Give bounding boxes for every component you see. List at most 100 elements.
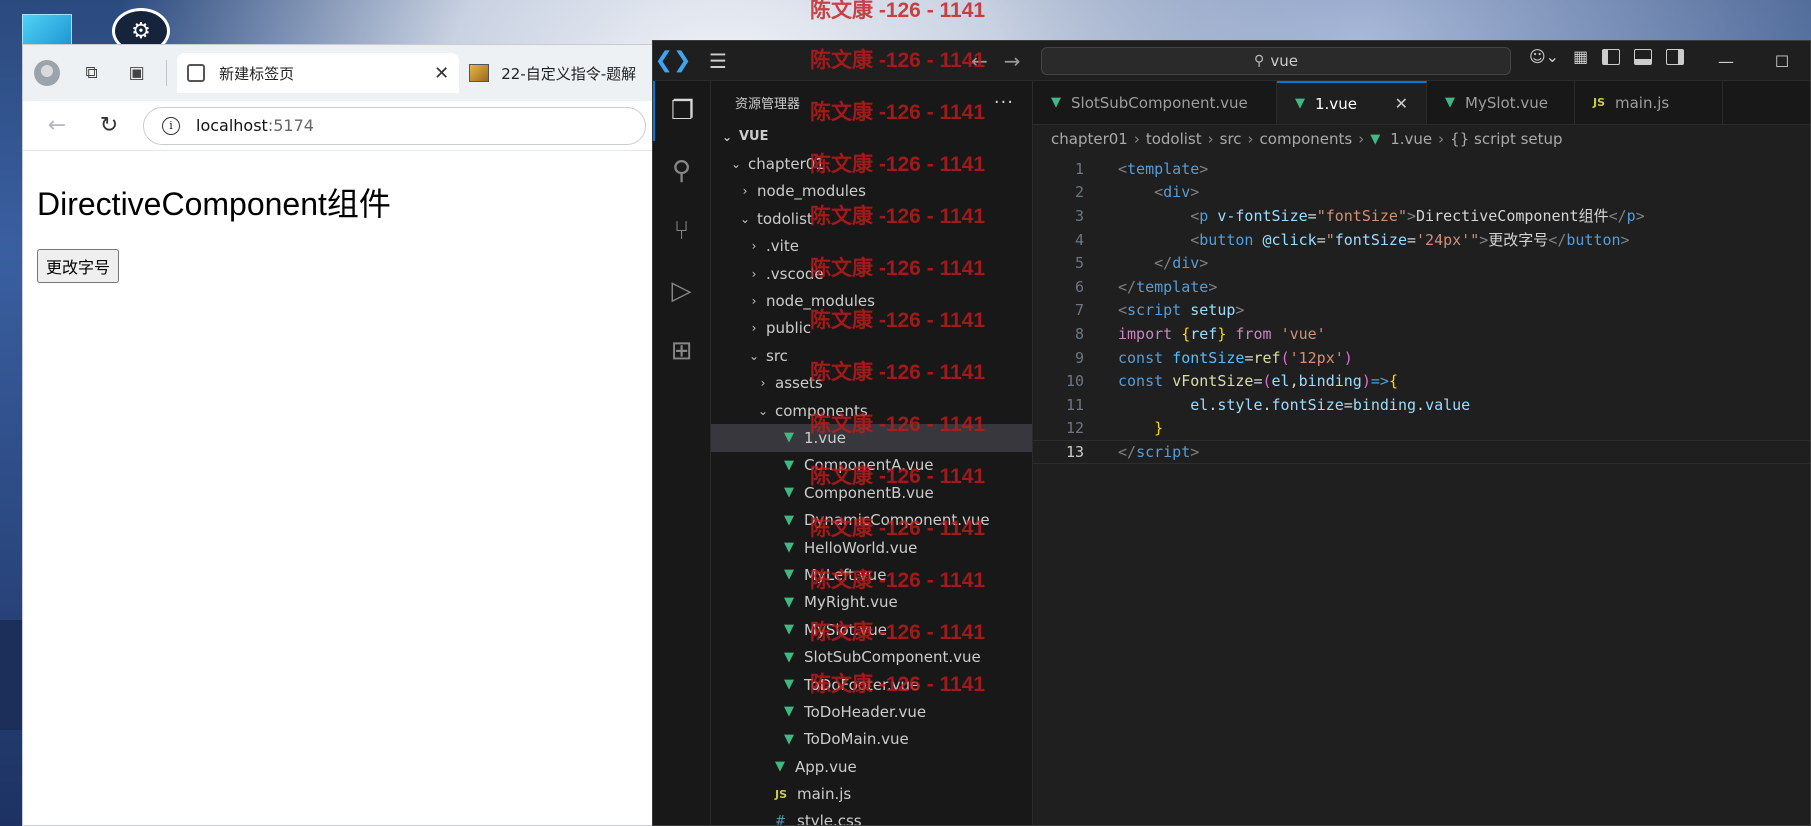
- tree-item-label: node_modules: [766, 292, 875, 311]
- code-line: 1 <template>: [1033, 157, 1810, 181]
- tree-item[interactable]: ▼ MyRight.vue: [711, 589, 1032, 616]
- avatar: [33, 60, 60, 86]
- editor-tab[interactable]: ▼ 1.vue ✕: [1277, 81, 1427, 124]
- url-port: :5174: [267, 116, 314, 135]
- toggle-secondary-sidebar-icon[interactable]: [1666, 48, 1685, 65]
- line-content: </div>: [1154, 254, 1209, 273]
- code-editor[interactable]: 1 <template> 2 <div> 3 <p v-fontSize="fontS…: [1033, 153, 1810, 464]
- vue-file-icon: ▼: [1445, 95, 1455, 110]
- tree-item-label: MyRight.vue: [804, 593, 898, 612]
- chevron-right-icon: ›: [751, 294, 757, 309]
- breadcrumb-item[interactable]: components: [1260, 130, 1353, 148]
- tree-item[interactable]: ▼ ToDoMain.vue: [711, 726, 1032, 753]
- breadcrumb-item[interactable]: chapter01: [1051, 130, 1128, 148]
- tree-item[interactable]: ⌄ components: [711, 397, 1032, 424]
- line-content: const vFontSize=(el,binding)=>{: [1118, 372, 1398, 391]
- tree-item[interactable]: ▼ DynamicComponent.vue: [711, 506, 1032, 533]
- chevron-right-icon: ›: [760, 376, 766, 391]
- breadcrumb-item[interactable]: src: [1220, 130, 1242, 148]
- tree-item[interactable]: › assets: [711, 370, 1032, 397]
- code-line: 6 </template>: [1033, 275, 1810, 299]
- close-icon[interactable]: ✕: [434, 63, 449, 84]
- menu-icon[interactable]: ☰: [701, 49, 735, 73]
- tree-item[interactable]: ⌄ VUE: [711, 123, 1032, 150]
- info-icon[interactable]: i: [162, 116, 180, 135]
- chevron-right-icon: ›: [751, 321, 757, 336]
- tree-item[interactable]: ⌄ chapter01: [711, 150, 1032, 177]
- toggle-panel-icon[interactable]: [1634, 48, 1653, 65]
- css-file-icon: #: [775, 813, 786, 825]
- code-line: 5 </div>: [1033, 251, 1810, 275]
- tree-item[interactable]: ▼ ToDoFooter.vue: [711, 671, 1032, 698]
- back-icon[interactable]: ←: [39, 108, 75, 144]
- run-debug-icon[interactable]: ▷: [653, 261, 710, 321]
- explorer-header: 资源管理器 ···: [711, 81, 1032, 123]
- source-control-icon[interactable]: ⑂: [653, 201, 710, 261]
- tab-actions-icon[interactable]: ▣: [121, 57, 152, 89]
- code-line: 9 const fontSize=ref('12px'): [1033, 346, 1810, 370]
- tree-item[interactable]: ▼ MySlot.vue: [711, 616, 1032, 643]
- editor-tab[interactable]: ▼ MySlot.vue: [1427, 81, 1575, 124]
- tree-item-label: VUE: [739, 129, 769, 145]
- tree-item[interactable]: ▼ SlotSubComponent.vue: [711, 643, 1032, 670]
- explorer-icon[interactable]: ❐: [653, 81, 710, 141]
- breadcrumb-item[interactable]: 1.vue: [1390, 130, 1432, 148]
- tree-item[interactable]: ▼ HelloWorld.vue: [711, 534, 1032, 561]
- tree-item[interactable]: ⌄ todolist: [711, 205, 1032, 232]
- vscode-window: ❮❯ ☰ ←→ ⚲ vue ☺⌄ ▦ — ☐ ❐ ⚲ ⑂ ▷ ⊞ 资源管理器 ··…: [652, 40, 1811, 826]
- collections-icon[interactable]: ⧉: [76, 57, 107, 89]
- tree-item[interactable]: ▼ ToDoHeader.vue: [711, 698, 1032, 725]
- tree-item-label: components: [775, 401, 868, 420]
- tree-item[interactable]: ⌄ src: [711, 342, 1032, 369]
- more-actions-icon[interactable]: ···: [994, 92, 1014, 113]
- toggle-sidebar-icon[interactable]: [1602, 48, 1621, 65]
- layout-customize-icon[interactable]: ▦: [1573, 47, 1588, 66]
- nav-arrows-icon[interactable]: ←→: [971, 49, 1037, 73]
- favicon-icon: [469, 64, 490, 82]
- browser-tab-label: 新建标签页: [219, 64, 295, 83]
- chevron-right-icon: ›: [751, 239, 757, 254]
- tree-item[interactable]: ▼ App.vue: [711, 753, 1032, 780]
- breadcrumb-item[interactable]: {} script setup: [1450, 130, 1562, 148]
- tree-item[interactable]: ▼ ComponentA.vue: [711, 452, 1032, 479]
- tree-item-label: ToDoMain.vue: [804, 730, 909, 749]
- maximize-icon[interactable]: ☐: [1754, 41, 1810, 81]
- chevron-right-icon: ›: [751, 266, 757, 281]
- line-content: <button @click="fontSize='24px'">更改字号</b…: [1190, 231, 1630, 250]
- browser-tab-bar: ⧉ ▣ 新建标签页 ✕ 22-自定义指令-题解: [23, 45, 662, 101]
- vue-file-icon: ▼: [784, 540, 794, 556]
- browser-tab-new[interactable]: 新建标签页 ✕: [177, 53, 460, 93]
- chevron-right-icon: ›: [1207, 130, 1214, 148]
- tree-item[interactable]: ▼ ComponentB.vue: [711, 479, 1032, 506]
- search-icon[interactable]: ⚲: [653, 141, 710, 201]
- tree-item[interactable]: ▼ MyLeft.vue: [711, 561, 1032, 588]
- tree-item[interactable]: ▼ 1.vue: [711, 424, 1032, 452]
- tree-item[interactable]: › node_modules: [711, 287, 1032, 314]
- copilot-icon[interactable]: ☺⌄: [1529, 47, 1559, 66]
- tree-item[interactable]: JS main.js: [711, 780, 1032, 807]
- line-number: 11: [1065, 395, 1084, 414]
- breadcrumb-item[interactable]: todolist: [1146, 130, 1202, 148]
- profile-button[interactable]: [31, 57, 62, 89]
- extensions-icon[interactable]: ⊞: [653, 321, 710, 381]
- command-center-search[interactable]: ⚲ vue: [1041, 47, 1511, 75]
- vue-file-icon: ▼: [784, 567, 794, 583]
- address-bar[interactable]: i localhost:5174: [143, 106, 646, 145]
- js-file-icon: JS: [775, 787, 788, 801]
- tree-item[interactable]: › .vscode: [711, 260, 1032, 287]
- refresh-icon[interactable]: ↻: [91, 108, 127, 144]
- editor-tab[interactable]: JS main.js: [1575, 81, 1723, 124]
- line-content: </script>: [1118, 442, 1200, 461]
- browser-tab-other[interactable]: 22-自定义指令-题解: [459, 53, 654, 93]
- line-number: 1: [1074, 159, 1084, 178]
- editor-tab[interactable]: ▼ SlotSubComponent.vue: [1033, 81, 1277, 124]
- tree-item[interactable]: › public: [711, 315, 1032, 342]
- line-number: 12: [1065, 419, 1084, 438]
- close-icon[interactable]: ✕: [1395, 94, 1408, 113]
- tree-item[interactable]: › .vite: [711, 233, 1032, 260]
- tree-item[interactable]: › node_modules: [711, 178, 1032, 205]
- minimize-icon[interactable]: —: [1698, 41, 1754, 81]
- change-font-size-button[interactable]: 更改字号: [37, 249, 120, 283]
- vue-file-icon: ▼: [784, 622, 794, 638]
- tree-item[interactable]: # style.css: [711, 808, 1032, 825]
